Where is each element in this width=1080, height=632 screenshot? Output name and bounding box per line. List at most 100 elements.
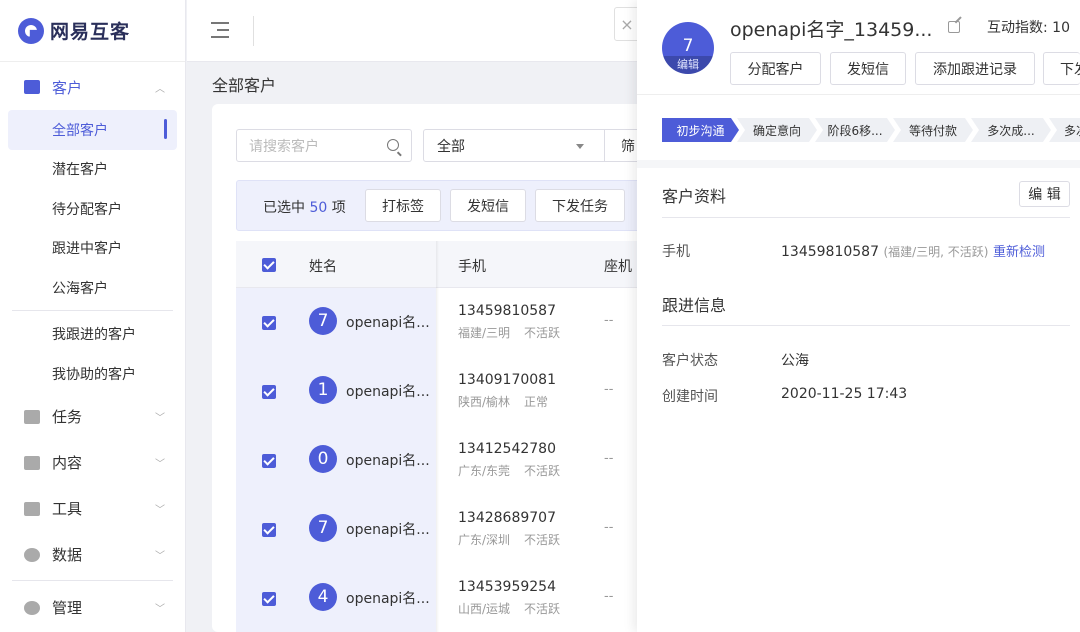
customer-phone-status: 不活跃 (524, 464, 561, 478)
interaction-index: 互动指数: 10 (987, 17, 1070, 37)
row-checkbox[interactable] (262, 385, 276, 399)
sms-button[interactable]: 发短信 (450, 189, 526, 222)
avatar[interactable]: 7 编辑 (662, 22, 714, 74)
avatar[interactable]: 1 (309, 376, 337, 404)
logo-icon (18, 17, 44, 44)
avatar[interactable]: 7 (309, 514, 337, 542)
table-row[interactable]: 7 openapi名... 13459810587 福建/三明 不活跃 -- (236, 288, 646, 357)
customer-location: 广东/东莞 (458, 464, 511, 478)
customer-name[interactable]: openapi名... (346, 519, 430, 539)
search-input[interactable]: 请搜索客户 (236, 129, 412, 162)
task-icon (24, 409, 40, 424)
sidebar-item-my-following[interactable]: 我跟进的客户 (0, 315, 185, 355)
status-label: 客户状态 (662, 353, 718, 369)
sidebar-item-following-customers[interactable]: 跟进中客户 (0, 229, 185, 269)
nav-group-label: 客户 (52, 78, 83, 97)
sidebar-item-unassigned-customers[interactable]: 待分配客户 (0, 189, 185, 229)
customer-landline: -- (604, 313, 614, 328)
chevron-down-icon: ﹀ (155, 505, 165, 516)
divider (12, 309, 173, 311)
divider (662, 325, 1070, 326)
table-row[interactable]: 7 openapi名... 13428689707 广东/深圳 不活跃 -- (236, 495, 646, 564)
sidebar-item-potential-customers[interactable]: 潜在客户 (0, 150, 185, 190)
table-row[interactable]: 1 openapi名... 13409170081 陕西/榆林 正常 -- (236, 357, 646, 426)
table-row[interactable]: 0 openapi名... 13412542780 广东/东莞 不活跃 -- (236, 426, 646, 495)
customer-name[interactable]: openapi名... (346, 381, 430, 401)
send-sms-button[interactable]: 发短信 (830, 52, 906, 85)
phone-value: 13459810587 (福建/三明, 不活跃) 重新检测 (781, 241, 1045, 260)
sidebar-item-my-assisting[interactable]: 我协助的客户 (0, 354, 185, 394)
avatar[interactable]: 0 (309, 445, 337, 473)
filter-select[interactable]: 全部 (423, 129, 605, 162)
recheck-link[interactable]: 重新检测 (993, 245, 1045, 260)
stage-step[interactable]: 多次 (1049, 118, 1080, 142)
assign-customer-button[interactable]: 分配客户 (730, 52, 821, 85)
stage-step[interactable]: 多次成... (971, 118, 1051, 142)
customer-name[interactable]: openapi名... (346, 450, 430, 470)
column-shadow (436, 241, 439, 632)
menu-collapse-icon[interactable] (211, 22, 229, 38)
search-icon[interactable] (387, 139, 399, 151)
row-checkbox[interactable] (262, 592, 276, 606)
sidebar-item-public-pool[interactable]: 公海客户 (0, 268, 185, 308)
edit-name-icon[interactable] (948, 21, 960, 33)
nav-group-tools[interactable]: 工具 ﹀ (0, 486, 185, 532)
avatar[interactable]: 7 (309, 307, 337, 335)
table-header: 姓名 手机 座机 (236, 241, 646, 288)
selected-count-text: 已选中 50 项 (263, 197, 346, 217)
sidebar-item-all-customers[interactable]: 全部客户 (8, 110, 177, 150)
selected-prefix: 已选中 (263, 200, 305, 216)
stage-progress-bar: 初步沟通 确定意向 阶段6移... 等待付款 多次成... 多次 (637, 108, 1080, 152)
drawer-header: 7 编辑 openapi名字_13459... 互动指数: 10 分配客户 发短… (637, 0, 1080, 95)
row-checkbox[interactable] (262, 316, 276, 330)
customer-location: 陕西/榆林 (458, 395, 511, 409)
avatar-number: 7 (682, 36, 694, 56)
customer-landline: -- (604, 451, 614, 466)
add-followup-button[interactable]: 添加跟进记录 (915, 52, 1035, 85)
column-header-phone[interactable]: 手机 (458, 256, 486, 276)
stage-step[interactable]: 确定意向 (737, 118, 817, 142)
divider (12, 579, 173, 581)
stage-step[interactable]: 初步沟通 (662, 118, 739, 142)
row-checkbox[interactable] (262, 454, 276, 468)
edit-profile-button[interactable]: 编 辑 (1019, 181, 1070, 207)
column-header-landline[interactable]: 座机 (604, 256, 632, 276)
nav-group-admin[interactable]: 管理 ﹀ (0, 585, 185, 631)
customer-landline: -- (604, 382, 614, 397)
stage-step[interactable]: 阶段6移... (815, 118, 895, 142)
nav-group-tasks[interactable]: 任务 ﹀ (0, 394, 185, 440)
status-value: 公海 (781, 353, 809, 369)
row-checkbox[interactable] (262, 523, 276, 537)
avatar-edit-label[interactable]: 编辑 (662, 56, 714, 74)
column-header-name[interactable]: 姓名 (309, 256, 337, 276)
gear-icon (24, 600, 40, 615)
nav-group-customers[interactable]: 客户 ︿ (0, 64, 185, 110)
customer-phone-status: 不活跃 (524, 533, 561, 547)
nav-group-content[interactable]: 内容 ﹀ (0, 440, 185, 486)
customer-landline: -- (604, 589, 614, 604)
customer-landline: -- (604, 520, 614, 535)
profile-section-title: 客户资料 (662, 187, 727, 206)
phone-label: 手机 (662, 244, 690, 260)
interaction-value: 10 (1052, 20, 1070, 36)
page-title: 全部客户 (212, 76, 277, 95)
customer-phone: 13409170081 (458, 372, 556, 388)
logo[interactable]: 网易互客 (0, 0, 185, 62)
phone-number: 13459810587 (781, 244, 879, 260)
assign-more-button[interactable]: 下发 (1043, 52, 1080, 85)
tag-button[interactable]: 打标签 (365, 189, 441, 222)
customer-phone: 13453959254 (458, 579, 556, 595)
table-row[interactable]: 4 openapi名... 13453959254 山西/运城 不活跃 -- (236, 564, 646, 632)
nav-group-data[interactable]: 数据 ﹀ (0, 532, 185, 578)
interaction-label: 互动指数: (987, 20, 1048, 36)
chevron-down-icon: ﹀ (155, 604, 165, 615)
select-all-checkbox[interactable] (262, 258, 276, 272)
batch-action-bar: 已选中 50 项 打标签 发短信 下发任务 (236, 180, 646, 231)
customer-name[interactable]: openapi名... (346, 588, 430, 608)
stage-step[interactable]: 等待付款 (893, 118, 973, 142)
avatar[interactable]: 4 (309, 583, 337, 611)
assign-task-button[interactable]: 下发任务 (535, 189, 625, 222)
created-value: 2020-11-25 17:43 (781, 386, 908, 402)
nav-group-label: 管理 (52, 599, 83, 617)
customer-name[interactable]: openapi名... (346, 312, 430, 332)
